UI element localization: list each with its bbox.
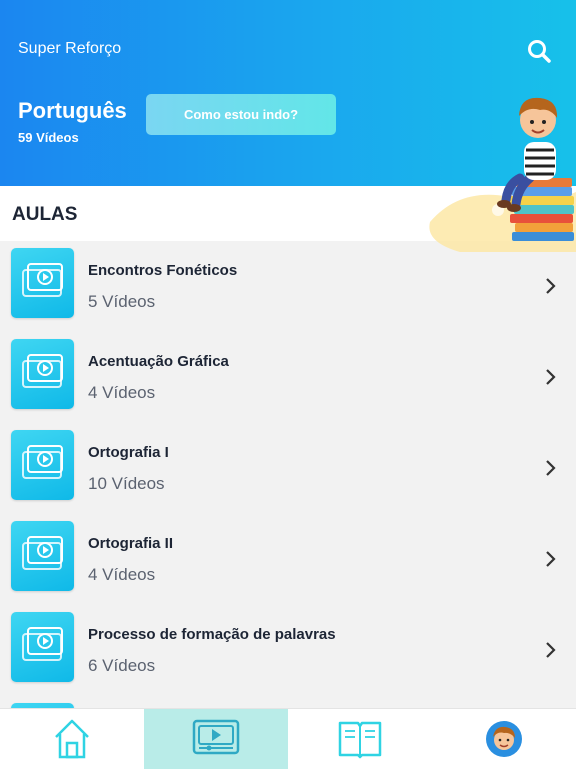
lesson-thumbnail xyxy=(11,339,74,409)
lesson-video-count: 4 Vídeos xyxy=(88,383,156,402)
lesson-title: Ortografia I xyxy=(88,444,169,461)
section-title: AULAS xyxy=(12,204,78,225)
lesson-row[interactable]: Ortografia I 10 Vídeos xyxy=(0,423,576,514)
lesson-video-count: 4 Vídeos xyxy=(88,565,156,584)
video-player-icon xyxy=(192,719,240,755)
lesson-row[interactable]: Encontros Fonéticos 5 Vídeos xyxy=(0,241,576,332)
video-count: 59 Vídeos xyxy=(18,130,79,145)
lesson-row[interactable]: Acentuação Gráfica 4 Vídeos xyxy=(0,332,576,423)
chevron-right-icon xyxy=(546,551,556,567)
lesson-title: Encontros Fonéticos xyxy=(88,262,238,279)
lesson-row[interactable]: Processo de formação de palavras 6 Vídeo… xyxy=(0,605,576,696)
lesson-thumbnail xyxy=(11,612,74,682)
bottom-tab-bar xyxy=(0,708,576,769)
lesson-title: Processo de formação de palavras xyxy=(88,626,336,643)
lesson-thumbnail xyxy=(11,248,74,318)
tab-videos[interactable] xyxy=(144,709,288,769)
lesson-title: Ortografia II xyxy=(88,535,174,552)
lesson-video-count: 10 Vídeos xyxy=(88,474,165,493)
video-icon xyxy=(22,263,63,297)
chevron-right-icon xyxy=(546,278,556,294)
lesson-thumbnail xyxy=(11,430,74,500)
lesson-thumbnail xyxy=(11,521,74,591)
tab-home[interactable] xyxy=(0,709,144,769)
search-button[interactable] xyxy=(526,38,552,64)
video-icon xyxy=(22,627,63,661)
video-icon xyxy=(22,354,63,388)
lesson-video-count: 6 Vídeos xyxy=(88,656,156,675)
lesson-row[interactable]: Ortografia II 4 Vídeos xyxy=(0,514,576,605)
lesson-title: Acentuação Gráfica xyxy=(88,353,229,370)
video-icon xyxy=(22,536,63,570)
chevron-right-icon xyxy=(546,369,556,385)
app-title: Super Reforço xyxy=(18,40,122,57)
book-icon xyxy=(338,721,382,759)
lesson-row-partial[interactable] xyxy=(0,696,576,708)
tab-library[interactable] xyxy=(288,709,432,769)
home-icon xyxy=(55,719,89,759)
lesson-video-count: 5 Vídeos xyxy=(88,292,156,311)
subject-title: Português xyxy=(18,98,127,123)
chevron-right-icon xyxy=(546,642,556,658)
video-icon xyxy=(22,445,63,479)
chevron-right-icon xyxy=(546,460,556,476)
progress-button[interactable]: Como estou indo? xyxy=(146,94,336,135)
avatar-icon xyxy=(486,721,522,757)
search-icon xyxy=(528,40,551,63)
boy-reading-illustration xyxy=(429,97,576,252)
tab-profile[interactable] xyxy=(432,709,576,769)
